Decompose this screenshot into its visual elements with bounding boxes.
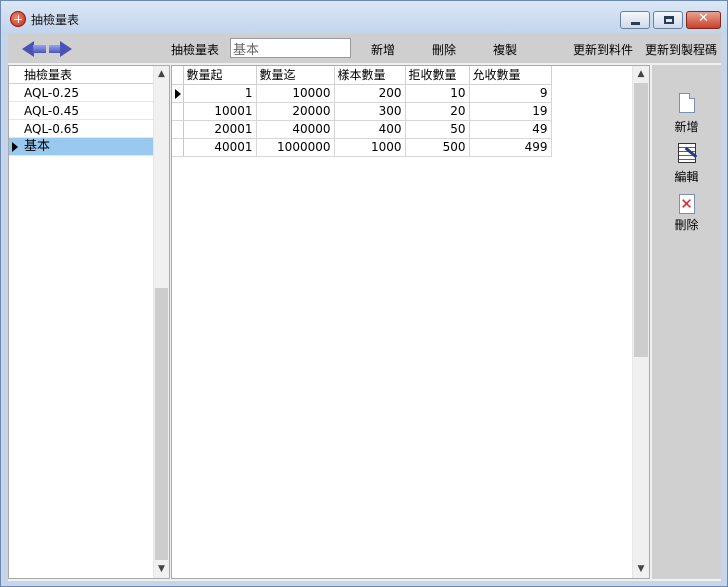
list-header: 抽檢量表 xyxy=(9,66,153,84)
side-edit-label: 編輯 xyxy=(674,170,699,184)
cell-qty-from[interactable]: 10001 xyxy=(183,102,257,121)
table-row[interactable]: 20001 40000 400 50 49 xyxy=(172,120,552,139)
table-row[interactable]: 40001 1000000 1000 500 499 xyxy=(172,138,552,157)
arrow-left-bar xyxy=(33,45,46,53)
list-item[interactable]: AQL-0.65 xyxy=(9,120,153,138)
new-document-icon xyxy=(678,93,695,113)
close-icon: ✕ xyxy=(698,11,709,26)
window-title: 抽檢量表 xyxy=(31,13,80,27)
side-delete-button[interactable]: ✕ 刪除 xyxy=(652,194,721,233)
minimize-icon xyxy=(631,22,640,25)
cell-accept-qty[interactable]: 9 xyxy=(469,84,552,103)
delete-document-icon: ✕ xyxy=(678,194,695,214)
grid-table: 數量起 數量迄 樣本數量 拒收數量 允收數量 1 10000 200 10 9 xyxy=(172,66,552,157)
copy-button[interactable]: 複製 xyxy=(493,41,517,58)
side-panel: 新增 編輯 ✕ 刪除 xyxy=(652,65,721,579)
scroll-thumb[interactable] xyxy=(634,83,648,357)
grid-header-row: 數量起 數量迄 樣本數量 拒收數量 允收數量 xyxy=(172,66,552,85)
table-label: 抽檢量表 xyxy=(171,43,220,57)
list-item-label: AQL-0.45 xyxy=(24,104,79,118)
row-indicator xyxy=(172,84,184,103)
cell-reject-qty[interactable]: 20 xyxy=(405,102,470,121)
cell-qty-to[interactable]: 10000 xyxy=(256,84,335,103)
cell-qty-to[interactable]: 20000 xyxy=(256,102,335,121)
list-scrollbar[interactable]: ▲ ▼ xyxy=(153,66,169,578)
column-header[interactable]: 樣本數量 xyxy=(334,66,406,85)
row-pointer-icon xyxy=(12,142,18,152)
cell-qty-to[interactable]: 40000 xyxy=(256,120,335,139)
cell-qty-from[interactable]: 20001 xyxy=(183,120,257,139)
cell-accept-qty[interactable]: 499 xyxy=(469,138,552,157)
side-delete-label: 刪除 xyxy=(674,218,699,232)
list-item[interactable]: AQL-0.25 xyxy=(9,84,153,102)
toolbar: 抽檢量表 新增 刪除 複製 更新到料件 更新到製程碼 xyxy=(8,34,721,63)
edit-document-icon xyxy=(677,143,696,163)
list-item-label: 基本 xyxy=(24,139,51,154)
table-row[interactable]: 1 10000 200 10 9 xyxy=(172,84,552,103)
table-list: 抽檢量表 AQL-0.25 AQL-0.45 AQL-0.65 基本 ▲ ▼ xyxy=(8,65,170,579)
scroll-thumb[interactable] xyxy=(155,288,168,560)
grid-scrollbar[interactable]: ▲ ▼ xyxy=(632,66,649,578)
side-add-button[interactable]: 新增 xyxy=(652,93,721,135)
maximize-button[interactable] xyxy=(653,11,683,29)
column-header[interactable]: 數量迄 xyxy=(256,66,335,85)
cell-qty-to[interactable]: 1000000 xyxy=(256,138,335,157)
update-process-button[interactable]: 更新到製程碼 xyxy=(645,41,717,58)
nav-arrows xyxy=(22,41,76,57)
row-pointer-icon xyxy=(175,88,181,99)
scroll-down-icon[interactable]: ▼ xyxy=(154,561,169,578)
cell-qty-from[interactable]: 40001 xyxy=(183,138,257,157)
row-indicator-header xyxy=(172,66,184,85)
row-indicator xyxy=(172,102,184,121)
arrow-right-icon[interactable] xyxy=(60,41,72,57)
row-indicator xyxy=(172,138,184,157)
scroll-up-icon[interactable]: ▲ xyxy=(633,66,649,83)
side-add-label: 新增 xyxy=(674,120,699,134)
scroll-down-icon[interactable]: ▼ xyxy=(633,561,649,578)
cell-sample-qty[interactable]: 400 xyxy=(334,120,406,139)
cell-sample-qty[interactable]: 300 xyxy=(334,102,406,121)
cell-reject-qty[interactable]: 500 xyxy=(405,138,470,157)
cell-reject-qty[interactable]: 50 xyxy=(405,120,470,139)
maximize-icon xyxy=(664,16,674,24)
client-area: 抽檢量表 新增 刪除 複製 更新到料件 更新到製程碼 抽檢量表 AQL-0.25… xyxy=(8,34,721,581)
column-header[interactable]: 拒收數量 xyxy=(405,66,470,85)
cell-accept-qty[interactable]: 19 xyxy=(469,102,552,121)
add-button[interactable]: 新增 xyxy=(371,41,395,58)
table-name-input[interactable] xyxy=(230,38,351,58)
list-item[interactable]: AQL-0.45 xyxy=(9,102,153,120)
column-header[interactable]: 允收數量 xyxy=(469,66,552,85)
app-globe-icon xyxy=(10,11,26,27)
delete-button[interactable]: 刪除 xyxy=(432,41,456,58)
row-indicator xyxy=(172,120,184,139)
minimize-button[interactable] xyxy=(620,11,650,29)
cell-reject-qty[interactable]: 10 xyxy=(405,84,470,103)
title-bar: 抽檢量表 ✕ xyxy=(1,1,727,34)
column-header[interactable]: 數量起 xyxy=(183,66,257,85)
list-item-label: AQL-0.25 xyxy=(24,86,79,100)
cell-sample-qty[interactable]: 200 xyxy=(334,84,406,103)
close-button[interactable]: ✕ xyxy=(686,11,721,29)
table-row[interactable]: 10001 20000 300 20 19 xyxy=(172,102,552,121)
cell-sample-qty[interactable]: 1000 xyxy=(334,138,406,157)
scroll-up-icon[interactable]: ▲ xyxy=(154,66,169,83)
cell-qty-from[interactable]: 1 xyxy=(183,84,257,103)
list-item-label: AQL-0.65 xyxy=(24,122,79,136)
app-window: 抽檢量表 ✕ 抽檢量表 新增 刪除 複製 更新到料件 更新到製程碼 抽檢量表 A… xyxy=(0,0,728,587)
cell-accept-qty[interactable]: 49 xyxy=(469,120,552,139)
data-grid: 數量起 數量迄 樣本數量 拒收數量 允收數量 1 10000 200 10 9 xyxy=(171,65,650,579)
list-item-selected[interactable]: 基本 xyxy=(9,138,153,156)
side-edit-button[interactable]: 編輯 xyxy=(652,143,721,185)
update-material-button[interactable]: 更新到料件 xyxy=(573,41,633,58)
